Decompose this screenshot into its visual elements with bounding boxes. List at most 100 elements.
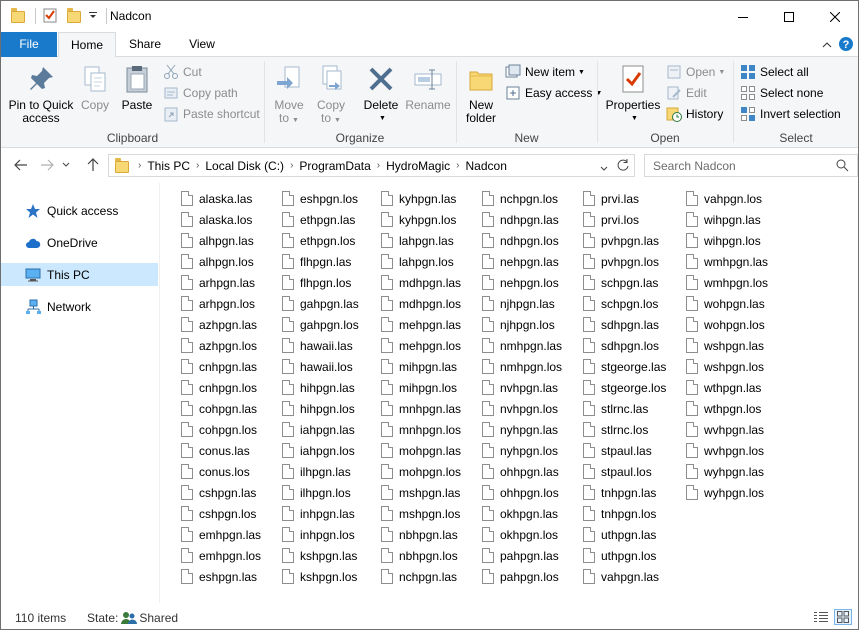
- file-item[interactable]: wthpgn.los: [686, 398, 768, 419]
- tab-view[interactable]: View: [175, 32, 229, 57]
- file-item[interactable]: flhpgn.los: [282, 272, 359, 293]
- file-item[interactable]: wvhpgn.los: [686, 440, 768, 461]
- file-item[interactable]: mohpgn.los: [381, 461, 461, 482]
- file-item[interactable]: nbhpgn.los: [381, 545, 461, 566]
- file-item[interactable]: cohpgn.los: [181, 419, 261, 440]
- file-item[interactable]: wyhpgn.los: [686, 482, 768, 503]
- file-item[interactable]: mdhpgn.los: [381, 293, 461, 314]
- file-item[interactable]: mohpgn.las: [381, 440, 461, 461]
- select-none-button[interactable]: Select none: [740, 83, 823, 103]
- maximize-button[interactable]: [766, 1, 812, 32]
- file-item[interactable]: inhpgn.los: [282, 524, 359, 545]
- file-item[interactable]: mnhpgn.los: [381, 419, 461, 440]
- address-bar[interactable]: › This PC › Local Disk (C:) › ProgramDat…: [108, 154, 635, 177]
- file-item[interactable]: conus.los: [181, 461, 261, 482]
- file-item[interactable]: wihpgn.los: [686, 230, 768, 251]
- file-item[interactable]: kshpgn.las: [282, 545, 359, 566]
- file-item[interactable]: wvhpgn.las: [686, 419, 768, 440]
- file-item[interactable]: arhpgn.los: [181, 293, 261, 314]
- file-item[interactable]: mehpgn.los: [381, 335, 461, 356]
- minimize-button[interactable]: [720, 1, 766, 32]
- file-item[interactable]: ohhpgn.los: [482, 482, 562, 503]
- file-item[interactable]: stlrnc.los: [583, 419, 666, 440]
- details-view-button[interactable]: [812, 609, 830, 625]
- file-item[interactable]: tnhpgn.los: [583, 503, 666, 524]
- paste-button[interactable]: Paste: [117, 61, 157, 112]
- file-item[interactable]: eshpgn.las: [181, 566, 261, 587]
- new-item-button[interactable]: New item ▼: [505, 62, 585, 82]
- properties-check-icon[interactable]: [42, 7, 60, 25]
- file-item[interactable]: okhpgn.los: [482, 524, 562, 545]
- move-to-button[interactable]: Move to ▼: [269, 61, 309, 127]
- address-dropdown-icon[interactable]: [600, 161, 608, 175]
- file-item[interactable]: cnhpgn.las: [181, 356, 261, 377]
- file-item[interactable]: nbhpgn.las: [381, 524, 461, 545]
- file-item[interactable]: cnhpgn.los: [181, 377, 261, 398]
- file-item[interactable]: gahpgn.las: [282, 293, 359, 314]
- file-item[interactable]: cshpgn.las: [181, 482, 261, 503]
- file-item[interactable]: stgeorge.las: [583, 356, 666, 377]
- file-item[interactable]: lahpgn.los: [381, 251, 461, 272]
- edit-button[interactable]: Edit: [666, 83, 707, 103]
- file-item[interactable]: schpgn.las: [583, 272, 666, 293]
- file-item[interactable]: nchpgn.las: [381, 566, 461, 587]
- file-item[interactable]: prvi.las: [583, 188, 666, 209]
- copy-path-button[interactable]: Copy path: [163, 83, 238, 103]
- easy-access-button[interactable]: Easy access ▼: [505, 83, 602, 103]
- file-item[interactable]: stlrnc.las: [583, 398, 666, 419]
- file-item[interactable]: nmhpgn.los: [482, 356, 562, 377]
- file-item[interactable]: stgeorge.los: [583, 377, 666, 398]
- file-item[interactable]: stpaul.las: [583, 440, 666, 461]
- invert-selection-button[interactable]: Invert selection: [740, 104, 841, 124]
- file-item[interactable]: hawaii.las: [282, 335, 359, 356]
- properties-button[interactable]: Properties ▼: [604, 61, 662, 125]
- file-item[interactable]: hihpgn.las: [282, 377, 359, 398]
- file-item[interactable]: flhpgn.las: [282, 251, 359, 272]
- file-item[interactable]: azhpgn.las: [181, 314, 261, 335]
- file-item[interactable]: alaska.los: [181, 209, 261, 230]
- breadcrumb-local-disk[interactable]: Local Disk (C:): [205, 159, 284, 173]
- qat-dropdown-icon[interactable]: [88, 7, 98, 25]
- file-item[interactable]: vahpgn.las: [583, 566, 666, 587]
- file-item[interactable]: ndhpgn.las: [482, 209, 562, 230]
- file-item[interactable]: pvhpgn.las: [583, 230, 666, 251]
- file-item[interactable]: kshpgn.los: [282, 566, 359, 587]
- file-item[interactable]: alhpgn.las: [181, 230, 261, 251]
- file-item[interactable]: nmhpgn.las: [482, 335, 562, 356]
- file-item[interactable]: schpgn.los: [583, 293, 666, 314]
- file-item[interactable]: uthpgn.los: [583, 545, 666, 566]
- nav-onedrive[interactable]: OneDrive: [1, 231, 158, 254]
- file-item[interactable]: okhpgn.las: [482, 503, 562, 524]
- file-item[interactable]: wshpgn.los: [686, 356, 768, 377]
- nav-network[interactable]: Network: [1, 295, 158, 318]
- file-item[interactable]: nyhpgn.las: [482, 419, 562, 440]
- file-item[interactable]: conus.las: [181, 440, 261, 461]
- file-item[interactable]: wmhpgn.las: [686, 251, 768, 272]
- file-item[interactable]: nvhpgn.los: [482, 398, 562, 419]
- large-icons-view-button[interactable]: [834, 609, 852, 625]
- copy-button[interactable]: Copy: [77, 61, 113, 112]
- file-item[interactable]: kyhpgn.los: [381, 209, 461, 230]
- breadcrumb-programdata[interactable]: ProgramData: [299, 159, 370, 173]
- search-icon[interactable]: [836, 159, 849, 175]
- file-item[interactable]: wshpgn.las: [686, 335, 768, 356]
- file-item[interactable]: azhpgn.los: [181, 335, 261, 356]
- breadcrumb-hydromagic[interactable]: HydroMagic: [386, 159, 450, 173]
- file-item[interactable]: mshpgn.las: [381, 482, 461, 503]
- file-item[interactable]: ohhpgn.las: [482, 461, 562, 482]
- file-item[interactable]: njhpgn.las: [482, 293, 562, 314]
- file-item[interactable]: ethpgn.las: [282, 209, 359, 230]
- pin-to-quick-access-button[interactable]: Pin to Quick access: [5, 61, 77, 125]
- back-button[interactable]: [11, 155, 31, 175]
- new-folder-button[interactable]: New folder: [461, 61, 501, 125]
- file-item[interactable]: emhpgn.las: [181, 524, 261, 545]
- cut-button[interactable]: Cut: [163, 62, 202, 82]
- file-item[interactable]: nehpgn.las: [482, 251, 562, 272]
- close-button[interactable]: [812, 1, 858, 32]
- forward-button[interactable]: [37, 155, 57, 175]
- file-item[interactable]: wyhpgn.las: [686, 461, 768, 482]
- file-item[interactable]: sdhpgn.los: [583, 335, 666, 356]
- tab-home[interactable]: Home: [58, 32, 116, 58]
- select-all-button[interactable]: Select all: [740, 62, 809, 82]
- file-item[interactable]: ilhpgn.los: [282, 482, 359, 503]
